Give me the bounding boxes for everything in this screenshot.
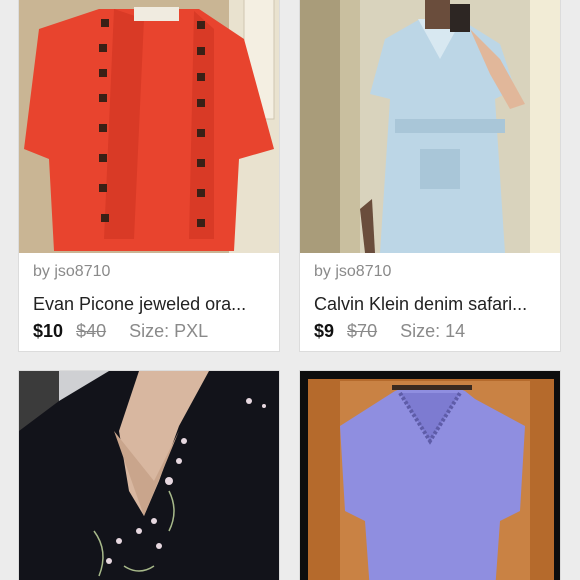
listing-price: $9 [314, 321, 335, 341]
original-price: $70 [347, 321, 378, 341]
listing-photo[interactable] [19, 0, 279, 253]
listing-card[interactable] [299, 370, 561, 580]
lavender-top-image [300, 371, 560, 580]
price-row: $10 $40 Size: PXL [33, 319, 265, 343]
price-row: $9 $70 Size: 14 [314, 319, 546, 343]
listing-meta: by jso8710 Evan Picone jeweled ora... $1… [19, 253, 279, 343]
listing-grid: by jso8710 Evan Picone jeweled ora... $1… [0, 0, 580, 580]
listing-meta: by jso8710 Calvin Klein denim safari... … [300, 253, 560, 343]
seller-link[interactable]: by jso8710 [33, 261, 265, 283]
listing-card[interactable] [18, 370, 280, 580]
listing-title[interactable]: Evan Picone jeweled ora... [33, 293, 265, 315]
listing-photo[interactable] [300, 0, 560, 253]
listing-photo[interactable] [300, 371, 560, 580]
listing-size: Size: 14 [400, 321, 466, 341]
black-embroidered-top-image [19, 371, 279, 580]
seller-link[interactable]: by jso8710 [314, 261, 546, 283]
light-blue-safari-dress-image [300, 0, 560, 253]
listing-photo[interactable] [19, 371, 279, 580]
listing-card[interactable]: by jso8710 Evan Picone jeweled ora... $1… [18, 0, 280, 352]
original-price: $40 [76, 321, 107, 341]
orange-cardigan-image [19, 0, 279, 253]
listing-title[interactable]: Calvin Klein denim safari... [314, 293, 546, 315]
listing-price: $10 [33, 321, 64, 341]
listing-size: Size: PXL [129, 321, 209, 341]
listing-card[interactable]: by jso8710 Calvin Klein denim safari... … [299, 0, 561, 352]
